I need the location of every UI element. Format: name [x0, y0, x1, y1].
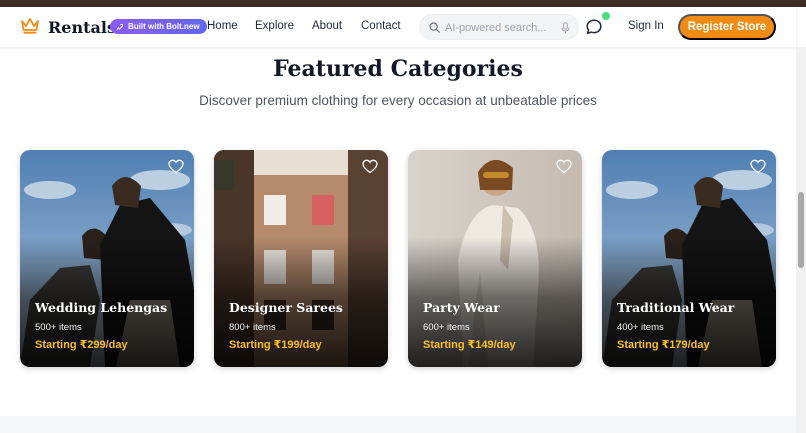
bolt-icon	[116, 23, 123, 30]
category-price: Starting ₹199/day	[229, 339, 322, 351]
category-name: Party Wear	[423, 300, 500, 315]
search-bar	[419, 14, 579, 40]
section-subtitle: Discover premium clothing for every occa…	[199, 93, 597, 108]
section-title: Featured Categories	[273, 56, 523, 82]
search-icon[interactable]	[429, 22, 440, 33]
search-input[interactable]	[445, 20, 555, 35]
bolt-badge-label: Built with Bolt.new	[128, 22, 200, 31]
category-count: 800+ items	[229, 322, 276, 333]
heart-icon[interactable]	[168, 159, 184, 174]
online-status-dot	[602, 12, 610, 20]
brand-name[interactable]: Rentals	[48, 18, 116, 37]
nav-link-contact[interactable]: Contact	[361, 20, 401, 32]
scrollbar-thumb[interactable]	[798, 192, 804, 268]
category-name: Designer Sarees	[229, 300, 343, 315]
category-price: Starting ₹179/day	[617, 339, 710, 351]
category-count: 400+ items	[617, 322, 664, 333]
category-card-traditional-wear[interactable]: Traditional Wear 400+ items Starting ₹17…	[602, 150, 776, 367]
category-card-party-wear[interactable]: Party Wear 600+ items Starting ₹149/day	[408, 150, 582, 367]
nav-link-home[interactable]: Home	[207, 20, 238, 32]
microphone-icon[interactable]	[561, 22, 570, 34]
heart-icon[interactable]	[362, 159, 378, 174]
browser-top-strip	[0, 0, 806, 7]
card-gradient-overlay	[602, 150, 776, 367]
category-price: Starting ₹299/day	[35, 339, 128, 351]
card-gradient-overlay	[408, 150, 582, 367]
card-gradient-overlay	[214, 150, 388, 367]
card-gradient-overlay	[20, 150, 194, 367]
crown-icon[interactable]	[20, 17, 40, 35]
category-price: Starting ₹149/day	[423, 339, 516, 351]
nav-link-explore[interactable]: Explore	[255, 20, 294, 32]
category-name: Traditional Wear	[617, 300, 735, 315]
heart-icon[interactable]	[750, 159, 766, 174]
heart-icon[interactable]	[556, 159, 572, 174]
category-card-designer-sarees[interactable]: Designer Sarees 800+ items Starting ₹199…	[214, 150, 388, 367]
category-count: 600+ items	[423, 322, 470, 333]
category-name: Wedding Lehengas	[35, 300, 168, 315]
bolt-badge[interactable]: Built with Bolt.new	[110, 19, 207, 34]
chat-bubble-icon[interactable]	[585, 18, 603, 36]
category-card-wedding-lehengas[interactable]: Wedding Lehengas 500+ items Starting ₹29…	[20, 150, 194, 367]
site-header: Rentals Built with Bolt.new Home Explore…	[0, 7, 796, 47]
sign-in-link[interactable]: Sign In	[628, 20, 664, 32]
category-count: 500+ items	[35, 322, 82, 333]
nav-link-about[interactable]: About	[312, 20, 342, 32]
register-store-button[interactable]: Register Store	[678, 14, 776, 40]
next-section-band	[0, 416, 796, 433]
